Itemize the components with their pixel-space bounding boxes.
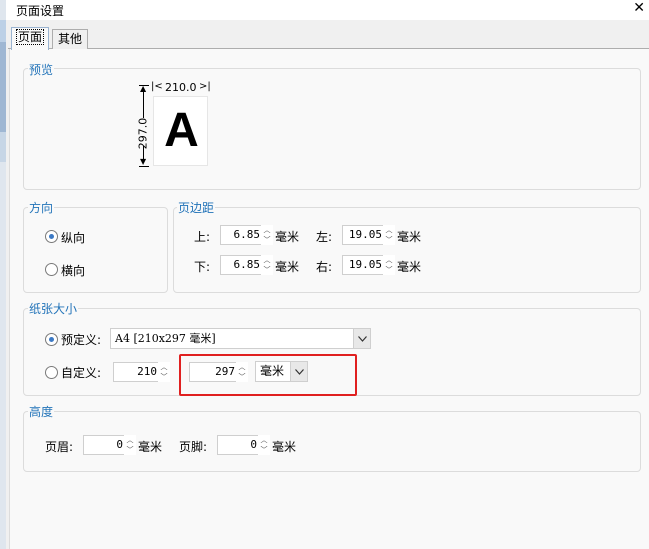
spin-up-icon[interactable]: ︿ [236,362,248,372]
margins-legend: 页边距 [177,199,216,216]
margin-right-label: 右: [316,260,333,274]
header-height-stepper[interactable]: 0 ︿ ﹀ [83,435,136,455]
portrait-radio[interactable] [45,230,58,243]
preset-paper-value: A4 [210x297 毫米] [115,332,216,345]
custom-height-stepper[interactable]: 297 ︿ ﹀ [189,362,248,382]
arrow-down-icon: ▼ [140,157,147,166]
arrow-right-icon: >| [199,81,211,92]
spin-down-icon[interactable]: ﹀ [383,265,395,275]
portrait-label[interactable]: 纵向 [61,229,85,246]
background-window-edge [0,0,6,549]
margin-top-stepper[interactable]: 6.85 ︿ ﹀ [220,225,273,245]
tab-page[interactable]: 页面 [11,27,49,50]
spin-up-icon[interactable]: ︿ [261,225,273,235]
spin-up-icon[interactable]: ︿ [383,225,395,235]
preview-group [23,68,641,190]
margin-top-unit: 毫米 [275,230,300,244]
spin-up-icon[interactable]: ︿ [158,362,170,372]
preset-label[interactable]: 预定义: [61,331,101,348]
title-bar: 页面设置 ✕ [6,0,649,20]
spin-down-icon[interactable]: ﹀ [158,372,170,382]
custom-label[interactable]: 自定义: [61,364,101,381]
footer-height-unit: 毫米 [272,440,297,454]
preview-height-dimension: ▲ 297.0 ▼ [137,84,151,170]
preview-legend: 预览 [28,61,55,78]
preset-paper-select[interactable]: A4 [210x297 毫米] [110,328,371,349]
spin-up-icon[interactable]: ︿ [258,435,270,445]
margin-left-stepper[interactable]: 19.05 ︿ ﹀ [342,225,395,245]
arrow-left-icon: |< [151,81,163,92]
spin-down-icon[interactable]: ﹀ [124,445,136,455]
custom-radio[interactable] [45,366,58,379]
header-height-unit: 毫米 [138,440,163,454]
chevron-down-icon[interactable] [290,362,307,381]
margin-bottom-label: 下: [194,260,211,274]
custom-unit-value: 毫米 [260,364,285,378]
preview-width-label: 210.0 [165,81,197,94]
margin-right-unit: 毫米 [397,260,422,274]
margin-bottom-stepper[interactable]: 6.85 ︿ ﹀ [220,255,273,275]
preview-page: A [153,96,208,166]
spin-down-icon[interactable]: ﹀ [261,235,273,245]
orientation-legend: 方向 [28,199,55,216]
spin-down-icon[interactable]: ﹀ [383,235,395,245]
tab-other[interactable]: 其他 [52,29,88,50]
preset-radio[interactable] [45,333,58,346]
custom-unit-select[interactable]: 毫米 [255,361,308,382]
height-line-top [143,92,144,118]
preview-glyph: A [164,104,199,157]
window-title: 页面设置 [16,4,65,18]
spin-down-icon[interactable]: ﹀ [258,445,270,455]
spin-up-icon[interactable]: ︿ [261,255,273,265]
preview-width-dimension: |< 210.0 >| [151,81,211,95]
custom-width-stepper[interactable]: 210 ︿ ﹀ [113,362,170,382]
margins-group [173,207,641,293]
spin-down-icon[interactable]: ﹀ [236,372,248,382]
footer-height-stepper[interactable]: 0 ︿ ﹀ [217,435,270,455]
spin-up-icon[interactable]: ︿ [124,435,136,445]
height-legend: 高度 [28,403,55,420]
margin-left-label: 左: [316,230,333,244]
orientation-group [23,207,168,293]
landscape-radio[interactable] [45,263,58,276]
margin-left-unit: 毫米 [397,230,422,244]
close-icon[interactable]: ✕ [633,0,645,16]
chevron-down-icon[interactable] [353,329,370,348]
margin-top-label: 上: [194,230,211,244]
landscape-label[interactable]: 横向 [61,262,85,279]
spin-up-icon[interactable]: ︿ [383,255,395,265]
height-bottom-tick [139,166,149,167]
tab-page-label: 页面 [15,29,44,45]
spin-down-icon[interactable]: ﹀ [261,265,273,275]
margin-right-stepper[interactable]: 19.05 ︿ ﹀ [342,255,395,275]
header-label: 页眉: [45,440,74,454]
paper-size-legend: 纸张大小 [28,300,79,317]
footer-label: 页脚: [179,440,208,454]
margin-bottom-unit: 毫米 [275,260,300,274]
tab-other-label: 其他 [57,32,82,46]
